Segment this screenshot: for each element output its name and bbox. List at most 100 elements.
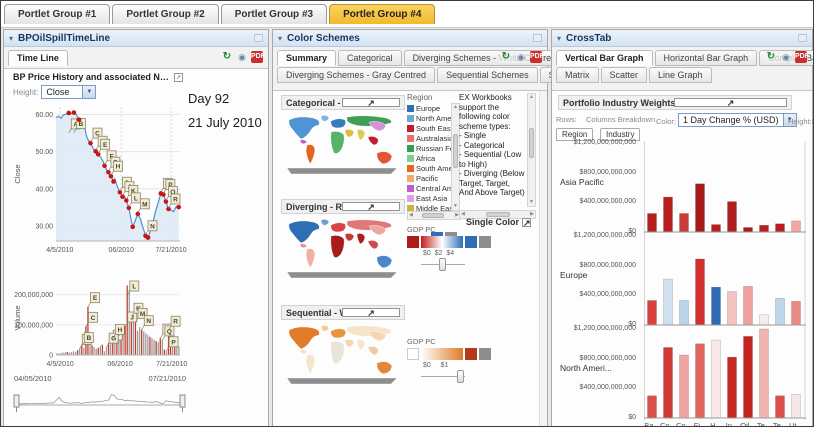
pdf-export-icon[interactable]: PDF: [530, 51, 542, 63]
legend-swatch: [407, 348, 419, 360]
range-handle-left[interactable]: [14, 395, 19, 412]
timeline-body: BP Price History and associated News Hea…: [4, 69, 268, 427]
legend-swatch: [407, 175, 414, 182]
svg-text:200,000,000: 200,000,000: [14, 292, 53, 299]
legend-item-russian-fed-[interactable]: Russian Fed...: [407, 143, 451, 153]
industry-axis-label: Fi...: [692, 421, 708, 427]
popout-icon[interactable]: ↗: [342, 308, 400, 317]
portlet-tab[interactable]: Portlet Group #2: [112, 4, 218, 24]
world-map-diverging[interactable]: [281, 217, 403, 281]
refresh-icon[interactable]: ↻: [765, 51, 777, 63]
popout-icon[interactable]: ↗: [522, 218, 531, 227]
pdf-export-icon[interactable]: PDF: [795, 51, 807, 63]
legend-item-pacific[interactable]: Pacific: [407, 173, 451, 183]
refresh-icon[interactable]: ↻: [221, 51, 233, 63]
y-axis-tick: $0: [552, 414, 636, 421]
region-row-label: Europe: [560, 270, 587, 280]
panel-header-color-schemes[interactable]: ▾ Color Schemes: [273, 30, 547, 47]
info-vertical-scrollbar[interactable]: ▲ ▼: [527, 93, 536, 207]
industry-axis-label: H...: [708, 421, 724, 427]
legend-item-central-ame-[interactable]: Central Ame...: [407, 183, 451, 193]
volume-bar-chart[interactable]: 200,000,000100,000,0000ABCEFGHJLKMNOPQR4…: [10, 275, 188, 371]
y-axis-tick: $400,000,000,000: [552, 291, 636, 298]
chevron-down-icon: ▼: [82, 86, 95, 98]
region-bars-plot[interactable]: [644, 234, 806, 327]
world-map-sequential[interactable]: [281, 323, 403, 387]
legend-item-africa[interactable]: Africa: [407, 153, 451, 163]
tab-time-line[interactable]: Time Line: [8, 50, 68, 66]
tab-diverging-schemes-gray-centred[interactable]: Diverging Schemes - Gray Centred: [277, 67, 435, 83]
y-axis-tick: $1,200,000,000,000: [552, 325, 636, 332]
refresh-icon[interactable]: ↻: [500, 51, 512, 63]
svg-text:P: P: [171, 339, 176, 346]
restore-window-icon[interactable]: [533, 34, 542, 42]
world-map-categorical[interactable]: [281, 113, 403, 177]
collapse-arrow-icon[interactable]: ▾: [9, 34, 13, 43]
panel-scrollbar[interactable]: [539, 91, 547, 426]
range-slider[interactable]: [12, 385, 188, 413]
scroll-up-icon[interactable]: ▲: [528, 94, 535, 101]
rows-label: Rows:: [556, 115, 577, 124]
region-bars-plot[interactable]: [644, 141, 806, 234]
tab-horizontal-bar-graph[interactable]: Horizontal Bar Graph: [655, 50, 758, 66]
price-line-chart[interactable]: 60.0050.0040.0030.00ABCDEFGHIJKLMNOPQR4/…: [10, 101, 188, 269]
columns-label: Columns Breakdown: [586, 115, 655, 124]
range-handle-right[interactable]: [180, 395, 185, 412]
popout-icon[interactable]: ↗: [174, 73, 183, 82]
panel-header-crosstab[interactable]: ▾ CrossTab: [552, 30, 812, 47]
record-icon[interactable]: ◉: [515, 51, 527, 63]
scroll-left-icon[interactable]: ◀: [409, 212, 413, 219]
legend-item-middle-east[interactable]: Middle East: [407, 203, 451, 211]
color-select[interactable]: 1 Day Change % (USD) ▼: [678, 113, 797, 127]
height-select[interactable]: Close ▼: [41, 85, 96, 99]
crosstab-row-north-ameri-: $1,200,000,000,000$800,000,000,000$400,0…: [552, 327, 806, 420]
restore-window-icon[interactable]: [254, 34, 263, 42]
panel-header-bp-timeline[interactable]: ▾ BPOilSpillTimeLine: [4, 30, 268, 47]
legend-label: Russian Fed...: [416, 144, 451, 153]
popout-icon[interactable]: ↗: [674, 98, 787, 107]
range-start-label: 04/05/2010: [14, 374, 52, 383]
panel-bp-oil-spill-timeline: ▾ BPOilSpillTimeLine Time Line ↻ ◉ PDF B…: [3, 29, 269, 426]
volume-flag-markers[interactable]: ABCEFGHJLKMNOPQR: [80, 281, 180, 351]
legend-item-north-ameri-[interactable]: North Ameri...: [407, 113, 451, 123]
tab-vertical-bar-graph[interactable]: Vertical Bar Graph: [556, 50, 653, 66]
height-label: Height:: [13, 88, 38, 97]
height-label: Height:Mcap(USD): [788, 117, 814, 126]
tab-categorical[interactable]: Categorical: [338, 50, 402, 66]
portlet-tab[interactable]: Portlet Group #1: [4, 4, 110, 24]
scroll-down-icon[interactable]: ▼: [452, 203, 459, 210]
tab-line-graph[interactable]: Line Graph: [649, 67, 712, 83]
tab-scatter[interactable]: Scatter: [601, 67, 648, 83]
region-bars-plot[interactable]: [644, 327, 806, 420]
record-icon[interactable]: ◉: [236, 51, 248, 63]
popout-icon[interactable]: ↗: [342, 98, 400, 107]
svg-text:L: L: [134, 195, 138, 202]
svg-text:B: B: [79, 121, 84, 128]
pdf-export-icon[interactable]: PDF: [251, 51, 263, 63]
popout-icon[interactable]: ↗: [342, 202, 400, 211]
legend-label: South East A...: [416, 124, 451, 133]
tab-summary[interactable]: Summary: [277, 50, 336, 66]
scroll-down-icon[interactable]: ▼: [528, 199, 535, 206]
restore-window-icon[interactable]: [798, 34, 807, 42]
volume-bars[interactable]: [56, 286, 179, 356]
gdp-range-slider[interactable]: [421, 370, 465, 384]
svg-text:E: E: [93, 295, 98, 302]
scroll-up-icon[interactable]: ▲: [452, 104, 459, 111]
collapse-arrow-icon[interactable]: ▾: [557, 34, 561, 43]
portlet-tab[interactable]: Portlet Group #3: [221, 4, 327, 24]
tab-matrix[interactable]: Matrix: [556, 67, 599, 83]
legend-item-east-asia[interactable]: East Asia: [407, 193, 451, 203]
crosstab-chart[interactable]: $1,200,000,000,000 $800,000,000,000 $400,0…: [552, 141, 806, 423]
portlet-tab-bar: Portlet Group #1Portlet Group #2Portlet …: [4, 4, 435, 24]
portlet-tab[interactable]: Portlet Group #4: [329, 4, 435, 24]
record-icon[interactable]: ◉: [780, 51, 792, 63]
collapse-arrow-icon[interactable]: ▾: [278, 34, 282, 43]
gdp-range-slider[interactable]: [421, 258, 465, 272]
legend-item-south-east-a-[interactable]: South East A...: [407, 123, 451, 133]
y-axis-tick: $800,000,000,000: [552, 355, 636, 362]
legend-item-australasia[interactable]: Australasia: [407, 133, 451, 143]
legend-item-europe[interactable]: Europe: [407, 103, 451, 113]
legend-item-south-ameri-[interactable]: South Ameri...: [407, 163, 451, 173]
tab-sequential-schemes[interactable]: Sequential Schemes: [437, 67, 538, 83]
